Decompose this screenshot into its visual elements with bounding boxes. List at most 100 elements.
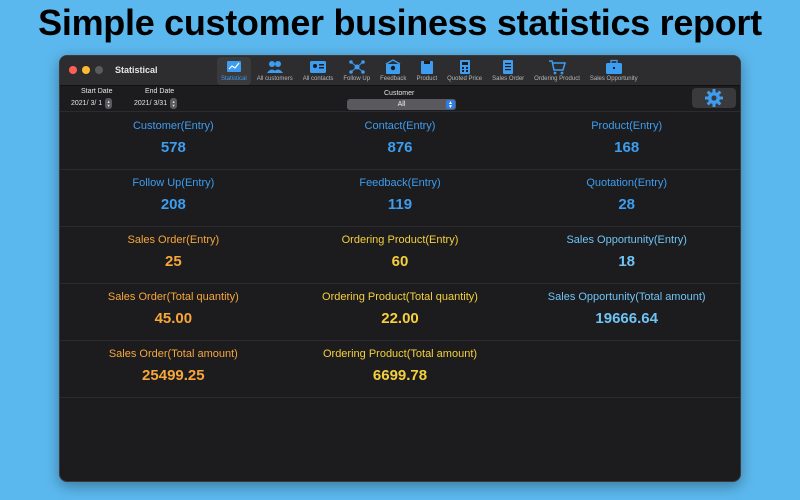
customer-select[interactable]: All ▲ ▼ — [347, 99, 456, 110]
window-controls — [69, 66, 103, 74]
zoom-button[interactable] — [95, 66, 103, 74]
stat-value: 45.00 — [154, 310, 193, 327]
stat-label: Sales Order(Entry) — [127, 234, 220, 246]
stat-feedback-entry: Feedback(Entry) 119 — [287, 170, 514, 226]
stat-label: Customer(Entry) — [132, 120, 214, 132]
stat-value: 25 — [164, 253, 182, 270]
end-date-picker[interactable]: 2021/ 3/31 ▲ ▼ — [134, 98, 178, 109]
close-button[interactable] — [69, 66, 77, 74]
toolbar-item-sales-opportunity[interactable]: Sales Opportunity — [586, 57, 642, 85]
stat-sales-order-entry: Sales Order(Entry) 25 — [60, 227, 287, 283]
stat-contact-entry: Contact(Entry) 876 — [287, 113, 514, 169]
stats-row: Follow Up(Entry) 208 Feedback(Entry) 119… — [60, 170, 740, 227]
stat-customer-entry: Customer(Entry) 578 — [60, 113, 287, 169]
stat-sales-order-total-quantity: Sales Order(Total quantity) 45.00 — [60, 284, 287, 340]
stat-value: 60 — [391, 253, 409, 270]
customers-icon — [266, 61, 283, 73]
toolbar-item-quoted-price[interactable]: Quoted Price — [443, 57, 486, 85]
minimize-button[interactable] — [82, 66, 90, 74]
stat-label: Sales Order(Total quantity) — [107, 291, 239, 303]
stat-value: 28 — [618, 196, 636, 213]
feedback-icon — [385, 59, 401, 74]
document-icon — [503, 60, 514, 74]
toolbar-label: Product — [416, 76, 438, 82]
toolbar-label: Follow Up — [343, 76, 371, 82]
start-date-value[interactable]: 2021/ 3/ 1 — [71, 100, 102, 107]
stat-ordering-product-total-amount: Ordering Product(Total amount) 6699.78 — [287, 341, 514, 397]
stat-sales-opportunity-entry: Sales Opportunity(Entry) 18 — [513, 227, 740, 283]
toolbar-item-sales-order[interactable]: Sales Order — [488, 57, 528, 85]
customer-select-value: All — [397, 101, 406, 108]
stat-label: Sales Opportunity(Entry) — [566, 234, 687, 246]
settings-button[interactable] — [692, 88, 736, 108]
product-icon — [420, 61, 433, 74]
toolbar-item-ordering-product[interactable]: Ordering Product — [530, 57, 584, 85]
stat-value: 6699.78 — [372, 367, 428, 384]
gear-icon — [705, 89, 723, 107]
calculator-icon — [459, 60, 470, 74]
cart-icon — [549, 60, 567, 75]
headline: Simple customer business statistics repo… — [38, 2, 762, 43]
stat-label: Quotation(Entry) — [586, 177, 668, 189]
stats-row: Sales Order(Total amount) 25499.25 Order… — [60, 341, 740, 398]
stat-label: Ordering Product(Entry) — [341, 234, 459, 246]
stat-value: 578 — [160, 139, 186, 156]
stat-value: 208 — [160, 196, 186, 213]
stat-label: Product(Entry) — [591, 120, 663, 132]
stat-value: 168 — [614, 139, 640, 156]
stat-label: Follow Up(Entry) — [132, 177, 215, 189]
stat-value: 876 — [387, 139, 413, 156]
stat-value: 25499.25 — [142, 367, 205, 384]
toolbar-item-feedback[interactable]: Feedback — [376, 57, 410, 85]
toolbar-label: All customers — [256, 76, 293, 82]
briefcase-icon — [605, 59, 622, 74]
toolbar-item-product[interactable]: Product — [412, 57, 441, 85]
chart-icon — [226, 61, 241, 72]
toolbar-label: Quoted Price — [447, 76, 483, 82]
stat-value: 119 — [387, 196, 413, 213]
stats-row: Sales Order(Entry) 25 Ordering Product(E… — [60, 227, 740, 284]
title-bar: Statistical Statistical All customers Al… — [60, 56, 740, 86]
toolbar: Statistical All customers All contacts F… — [217, 57, 644, 85]
toolbar-item-statistical[interactable]: Statistical — [217, 57, 251, 85]
toolbar-label: All contacts — [302, 76, 334, 82]
stat-quotation-entry: Quotation(Entry) 28 — [513, 170, 740, 226]
start-date-stepper[interactable]: ▲ ▼ — [105, 98, 113, 109]
toolbar-label: Sales Opportunity — [589, 76, 638, 82]
stat-follow-up-entry: Follow Up(Entry) 208 — [60, 170, 287, 226]
follow-up-icon — [348, 60, 365, 74]
customer-label: Customer — [384, 90, 415, 97]
end-date-stepper[interactable]: ▲ ▼ — [170, 98, 178, 109]
stat-label: Ordering Product(Total amount) — [322, 348, 478, 360]
stat-value: 22.00 — [381, 310, 419, 327]
chevron-updown-icon: ▲ ▼ — [446, 100, 455, 109]
stat-value: 18 — [618, 253, 636, 270]
stat-empty-cell — [513, 341, 740, 397]
stat-ordering-product-entry: Ordering Product(Entry) 60 — [287, 227, 514, 283]
stat-sales-opportunity-total-amount: Sales Opportunity(Total amount) 19666.64 — [513, 284, 740, 340]
stat-ordering-product-total-quantity: Ordering Product(Total quantity) 22.00 — [287, 284, 514, 340]
stat-product-entry: Product(Entry) 168 — [513, 113, 740, 169]
toolbar-item-all-contacts[interactable]: All contacts — [299, 57, 338, 85]
stat-sales-order-total-amount: Sales Order(Total amount) 25499.25 — [60, 341, 287, 397]
stat-value: 19666.64 — [595, 310, 658, 327]
start-date-label: Start Date — [81, 88, 113, 95]
toolbar-label: Sales Order — [492, 76, 525, 82]
stat-label: Feedback(Entry) — [359, 177, 441, 189]
toolbar-item-all-customers[interactable]: All customers — [253, 57, 297, 85]
end-date-label: End Date — [145, 88, 175, 95]
toolbar-label: Ordering Product — [534, 76, 580, 82]
contacts-icon — [310, 61, 327, 73]
end-date-value[interactable]: 2021/ 3/31 — [134, 100, 167, 107]
stat-label: Ordering Product(Total quantity) — [322, 291, 478, 303]
toolbar-label: Feedback — [380, 76, 407, 82]
window-title: Statistical — [115, 65, 158, 75]
app-window: Statistical Statistical All customers Al… — [59, 55, 741, 482]
toolbar-label: Statistical — [221, 76, 247, 82]
stats-row: Sales Order(Total quantity) 45.00 Orderi… — [60, 284, 740, 341]
toolbar-item-follow-up[interactable]: Follow Up — [339, 57, 374, 85]
stats-row: Customer(Entry) 578 Contact(Entry) 876 P… — [60, 113, 740, 170]
start-date-picker[interactable]: 2021/ 3/ 1 ▲ ▼ — [71, 98, 113, 109]
stat-label: Contact(Entry) — [364, 120, 436, 132]
stat-label: Sales Opportunity(Total amount) — [547, 291, 706, 303]
